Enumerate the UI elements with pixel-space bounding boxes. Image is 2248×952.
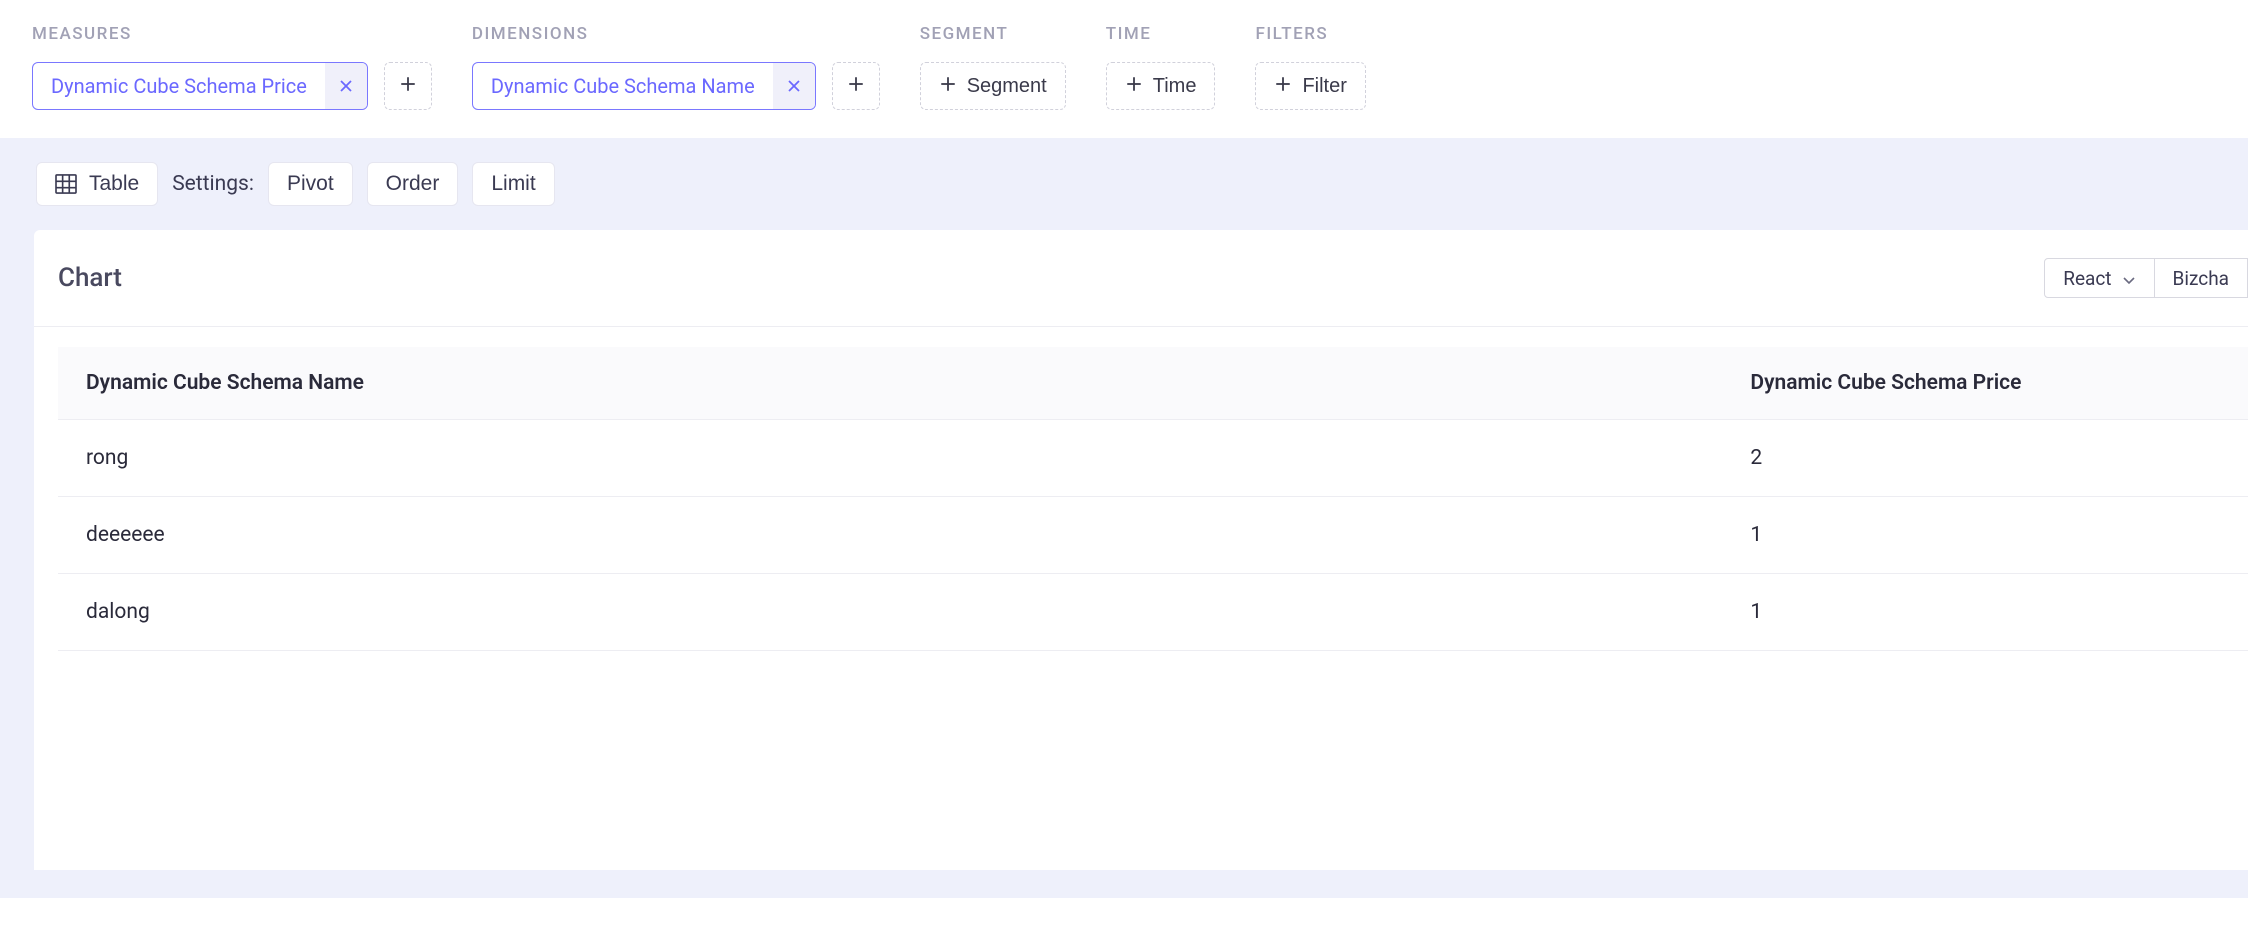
segment-button-label: Segment xyxy=(967,75,1047,98)
chart-lib-select[interactable]: Bizcha xyxy=(2155,258,2248,298)
table-icon xyxy=(55,174,77,194)
segment-section: SEGMENT Segment xyxy=(920,24,1066,110)
dimension-tag: Dynamic Cube Schema Name xyxy=(472,62,816,110)
filters-row: Filter xyxy=(1255,62,1365,110)
table-header-name[interactable]: Dynamic Cube Schema Name xyxy=(58,347,1722,420)
table-row: rong 2 xyxy=(58,420,2248,497)
table-cell-price: 1 xyxy=(1722,574,2248,651)
segment-row: Segment xyxy=(920,62,1066,110)
measures-section: MEASURES Dynamic Cube Schema Price xyxy=(32,24,432,110)
plus-icon xyxy=(939,75,957,97)
plus-icon xyxy=(1274,75,1292,97)
plus-icon xyxy=(847,75,865,97)
framework-select[interactable]: React xyxy=(2044,258,2154,298)
time-section: TIME Time xyxy=(1106,24,1216,110)
chart-panel: Chart React Bizcha Dynamic Cube Schema N… xyxy=(34,230,2248,870)
dimensions-row: Dynamic Cube Schema Name xyxy=(472,62,880,110)
segment-label: SEGMENT xyxy=(920,24,1066,44)
close-icon[interactable] xyxy=(773,63,815,109)
table-cell-name: dalong xyxy=(58,574,1722,651)
plus-icon xyxy=(1125,75,1143,97)
table-cell-name: deeeeee xyxy=(58,497,1722,574)
time-row: Time xyxy=(1106,62,1216,110)
chart-type-button[interactable]: Table xyxy=(36,162,158,206)
table-cell-name: rong xyxy=(58,420,1722,497)
measures-row: Dynamic Cube Schema Price xyxy=(32,62,432,110)
add-measure-button[interactable] xyxy=(384,62,432,110)
chart-controls: React Bizcha xyxy=(2044,258,2248,298)
results-table: Dynamic Cube Schema Name Dynamic Cube Sc… xyxy=(58,347,2248,651)
filters-label: FILTERS xyxy=(1255,24,1365,44)
table-row: dalong 1 xyxy=(58,574,2248,651)
chart-type-label: Table xyxy=(89,172,139,196)
close-icon[interactable] xyxy=(325,63,367,109)
settings-label: Settings: xyxy=(172,172,254,196)
query-builder-bar: MEASURES Dynamic Cube Schema Price DIMEN… xyxy=(0,0,2248,138)
measure-tag: Dynamic Cube Schema Price xyxy=(32,62,368,110)
plus-icon xyxy=(399,75,417,97)
add-dimension-button[interactable] xyxy=(832,62,880,110)
time-button-label: Time xyxy=(1153,75,1197,98)
limit-button[interactable]: Limit xyxy=(472,162,554,206)
framework-select-label: React xyxy=(2063,267,2111,290)
dimensions-section: DIMENSIONS Dynamic Cube Schema Name xyxy=(472,24,880,110)
measure-tag-label[interactable]: Dynamic Cube Schema Price xyxy=(33,63,325,109)
table-body: rong 2 deeeeee 1 dalong 1 xyxy=(58,420,2248,651)
measures-label: MEASURES xyxy=(32,24,432,44)
content-area: Table Settings: Pivot Order Limit Chart … xyxy=(0,138,2248,898)
chart-title: Chart xyxy=(58,263,122,293)
chart-lib-select-label: Bizcha xyxy=(2173,267,2229,290)
pivot-button[interactable]: Pivot xyxy=(268,162,353,206)
add-time-button[interactable]: Time xyxy=(1106,62,1216,110)
table-header-price[interactable]: Dynamic Cube Schema Price xyxy=(1722,347,2248,420)
order-button[interactable]: Order xyxy=(367,162,459,206)
add-segment-button[interactable]: Segment xyxy=(920,62,1066,110)
table-header-row: Dynamic Cube Schema Name Dynamic Cube Sc… xyxy=(58,347,2248,420)
dimensions-label: DIMENSIONS xyxy=(472,24,880,44)
chart-header: Chart React Bizcha xyxy=(34,230,2248,327)
add-filter-button[interactable]: Filter xyxy=(1255,62,1365,110)
filter-button-label: Filter xyxy=(1302,75,1346,98)
table-row: deeeeee 1 xyxy=(58,497,2248,574)
table-cell-price: 2 xyxy=(1722,420,2248,497)
dimension-tag-label[interactable]: Dynamic Cube Schema Name xyxy=(473,63,773,109)
time-label: TIME xyxy=(1106,24,1216,44)
chevron-down-icon xyxy=(2122,267,2136,290)
table-cell-price: 1 xyxy=(1722,497,2248,574)
settings-row: Table Settings: Pivot Order Limit xyxy=(0,162,2248,230)
filters-section: FILTERS Filter xyxy=(1255,24,1365,110)
